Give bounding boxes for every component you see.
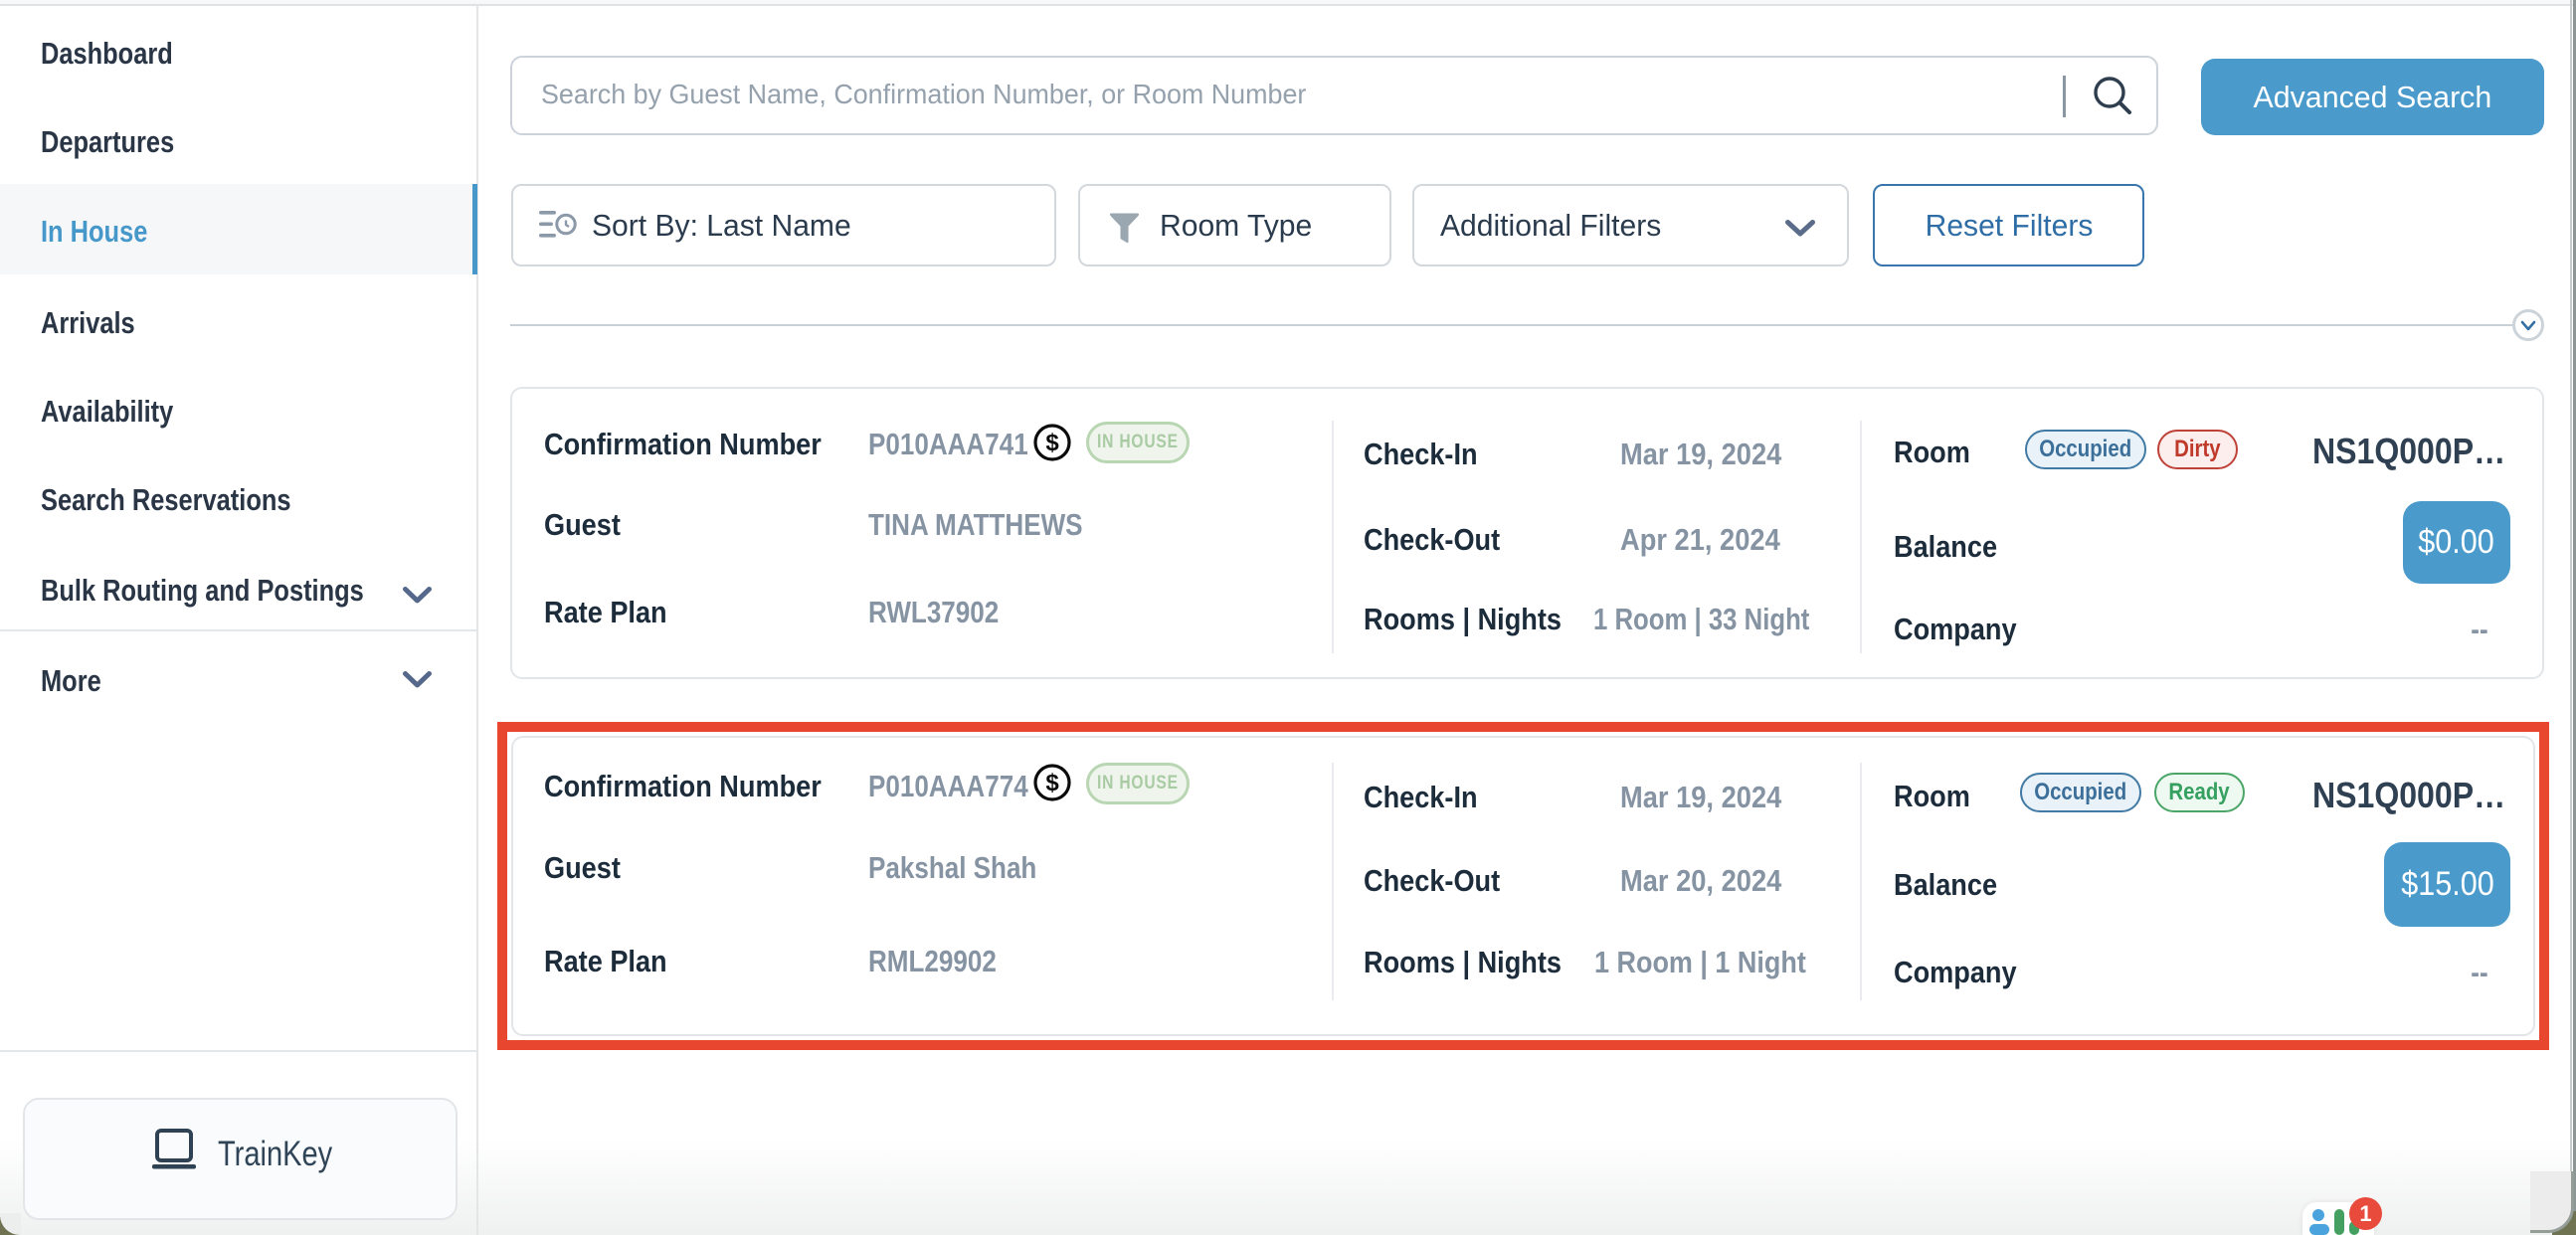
svg-text:$: $ — [1045, 770, 1059, 796]
svg-text:$: $ — [1045, 430, 1059, 456]
